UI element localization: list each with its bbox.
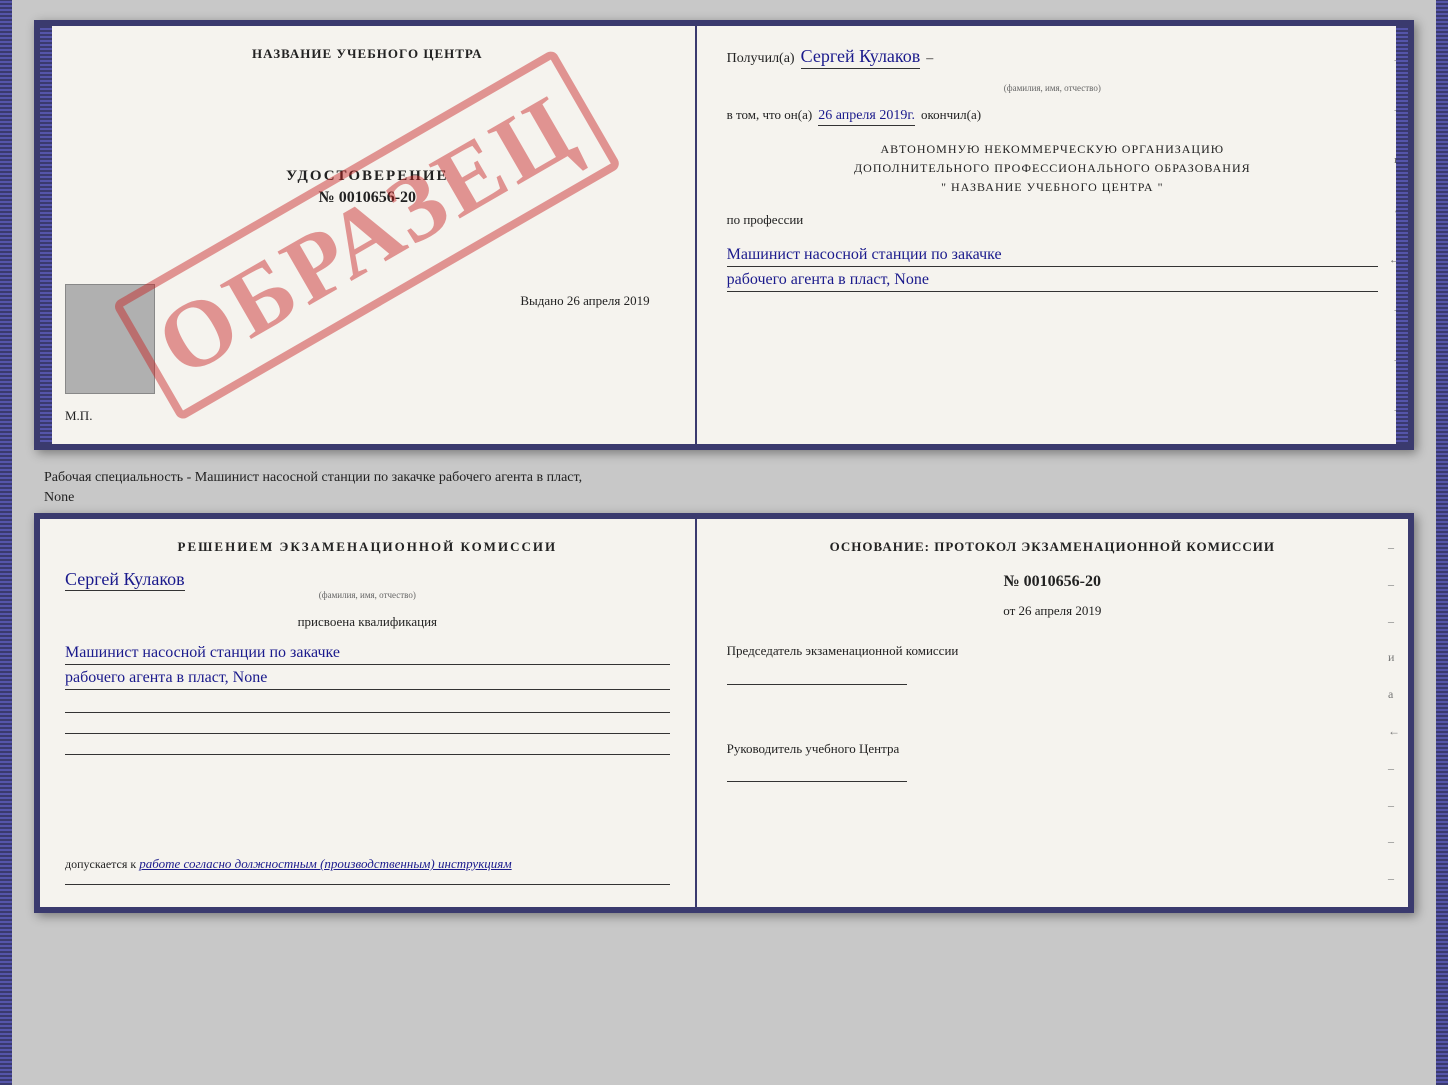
bottom-name-block: Сергей Кулаков (фамилия, имя, отчество) (65, 569, 670, 600)
rm4: а (1382, 204, 1400, 216)
prof-line1: Машинист насосной станции по закачке (727, 246, 1378, 267)
osnovanie-text: Основание: протокол экзаменационной коми… (727, 539, 1378, 555)
kval-block: Машинист насосной станции по закачке раб… (65, 640, 670, 690)
poluchil-row: Получил(a) Сергей Кулаков – (727, 46, 1378, 69)
bottom-familiya-label: (фамилия, имя, отчество) (65, 590, 670, 600)
top-doc-left: НАЗВАНИЕ УЧЕБНОГО ЦЕНТРА ОБРАЗЕЦ УДОСТОВ… (40, 26, 697, 444)
rm1: – (1382, 54, 1400, 66)
mp-line: М.П. (65, 408, 92, 424)
bottom-doc-right: Основание: протокол экзаменационной коми… (697, 519, 1408, 907)
kval-line1: Машинист насосной станции по закачке (65, 644, 670, 665)
brm8: – (1388, 798, 1400, 813)
kval-line2: рабочего агента в пласт, None (65, 669, 670, 690)
ot-date-val: 26 апреля 2019 (1019, 603, 1102, 618)
profession-block: Машинист насосной станции по закачке раб… (727, 242, 1378, 292)
vtom-date: 26 апреля 2019г. (818, 108, 915, 126)
rukovoditel-block: Руководитель учебного Центра (727, 739, 1378, 783)
top-document: НАЗВАНИЕ УЧЕБНОГО ЦЕНТРА ОБРАЗЕЦ УДОСТОВ… (34, 20, 1414, 450)
middle-text-line1: Рабочая специальность - Машинист насосно… (44, 470, 582, 485)
brm6: ← (1388, 724, 1400, 739)
okonchil-label: окончил(а) (921, 107, 981, 123)
sep2 (65, 733, 670, 734)
vydano-text: Выдано 26 апреля 2019 (520, 293, 649, 308)
brm9: – (1388, 834, 1400, 849)
udostoverenie-number: № 0010656-20 (286, 189, 449, 207)
predsedatel-label: Председатель экзаменационной комиссии (727, 641, 1378, 661)
udostoverenie-block: УДОСТОВЕРЕНИЕ № 0010656-20 (286, 168, 449, 207)
photo-placeholder (65, 284, 155, 394)
poluchil-dash: – (926, 51, 933, 67)
vydano-line: Выдано 26 апреля 2019 (520, 293, 649, 309)
resheniem-title: Решением экзаменационной комиссии (65, 539, 670, 555)
poluchil-label: Получил(a) (727, 51, 795, 67)
brm7: – (1388, 761, 1400, 776)
brm4: и (1388, 650, 1400, 665)
bottom-document: Решением экзаменационной комиссии Сергей… (34, 513, 1414, 913)
dopusk-val: работе согласно должностным (производств… (139, 856, 511, 871)
sep3 (65, 754, 670, 755)
sep4 (65, 884, 670, 885)
prisvoena-text: присвоена квалификация (65, 614, 670, 630)
predsedatel-block: Председатель экзаменационной комиссии (727, 641, 1378, 685)
org-line1: АВТОНОМНУЮ НЕКОММЕРЧЕСКУЮ ОРГАНИЗАЦИЮ (727, 140, 1378, 159)
top-left-title: НАЗВАНИЕ УЧЕБНОГО ЦЕНТРА (252, 46, 483, 62)
org-block: АВТОНОМНУЮ НЕКОММЕРЧЕСКУЮ ОРГАНИЗАЦИЮ ДО… (727, 140, 1378, 198)
rm7: – (1382, 354, 1400, 366)
top-doc-right: Получил(a) Сергей Кулаков – (фамилия, им… (697, 26, 1408, 444)
brm2: – (1388, 577, 1400, 592)
predsedatel-line (727, 665, 907, 685)
rm8: – (1382, 404, 1400, 416)
dopusk-label: допускается к (65, 857, 136, 871)
right-marks-top: – – и а ← – – – (1382, 26, 1400, 444)
brm3: – (1388, 614, 1400, 629)
rm3: и (1382, 154, 1400, 166)
ot-label: от (1003, 603, 1015, 618)
protocol-num: № 0010656-20 (727, 573, 1378, 591)
familiya-label-top: (фамилия, имя, отчество) (727, 83, 1378, 93)
poluchil-name: Сергей Кулаков (801, 46, 921, 69)
brm1: – (1388, 540, 1400, 555)
vtom-row: в том, что он(а) 26 апреля 2019г. окончи… (727, 107, 1378, 126)
ot-date: от 26 апреля 2019 (727, 603, 1378, 619)
rm5: ← (1382, 254, 1400, 266)
middle-text-line2: None (44, 490, 74, 505)
prof-line2: рабочего агента в пласт, None (727, 271, 1378, 292)
bottom-name: Сергей Кулаков (65, 569, 185, 591)
rm2: – (1382, 104, 1400, 116)
bottom-doc-left: Решением экзаменационной комиссии Сергей… (40, 519, 697, 907)
org-line3: " НАЗВАНИЕ УЧЕБНОГО ЦЕНТРА " (727, 178, 1378, 197)
dopuskaetsya-block: допускается к работе согласно должностны… (65, 846, 670, 872)
po-professii-label: по профессии (727, 212, 1378, 228)
obrazets-watermark: ОБРАЗЕЦ (112, 49, 622, 422)
udostoverenie-title: УДОСТОВЕРЕНИЕ (286, 168, 449, 185)
org-line2: ДОПОЛНИТЕЛЬНОГО ПРОФЕССИОНАЛЬНОГО ОБРАЗО… (727, 159, 1378, 178)
rm6: – (1382, 304, 1400, 316)
brm10: – (1388, 871, 1400, 886)
bottom-right-marks: – – – и а ← – – – – (1388, 519, 1400, 907)
rukovoditel-line (727, 762, 907, 782)
middle-text: Рабочая специальность - Машинист насосно… (34, 462, 1414, 513)
rukovoditel-label: Руководитель учебного Центра (727, 739, 1378, 759)
sep1 (65, 712, 670, 713)
brm5: а (1388, 687, 1400, 702)
vtom-label: в том, что он(а) (727, 107, 813, 123)
